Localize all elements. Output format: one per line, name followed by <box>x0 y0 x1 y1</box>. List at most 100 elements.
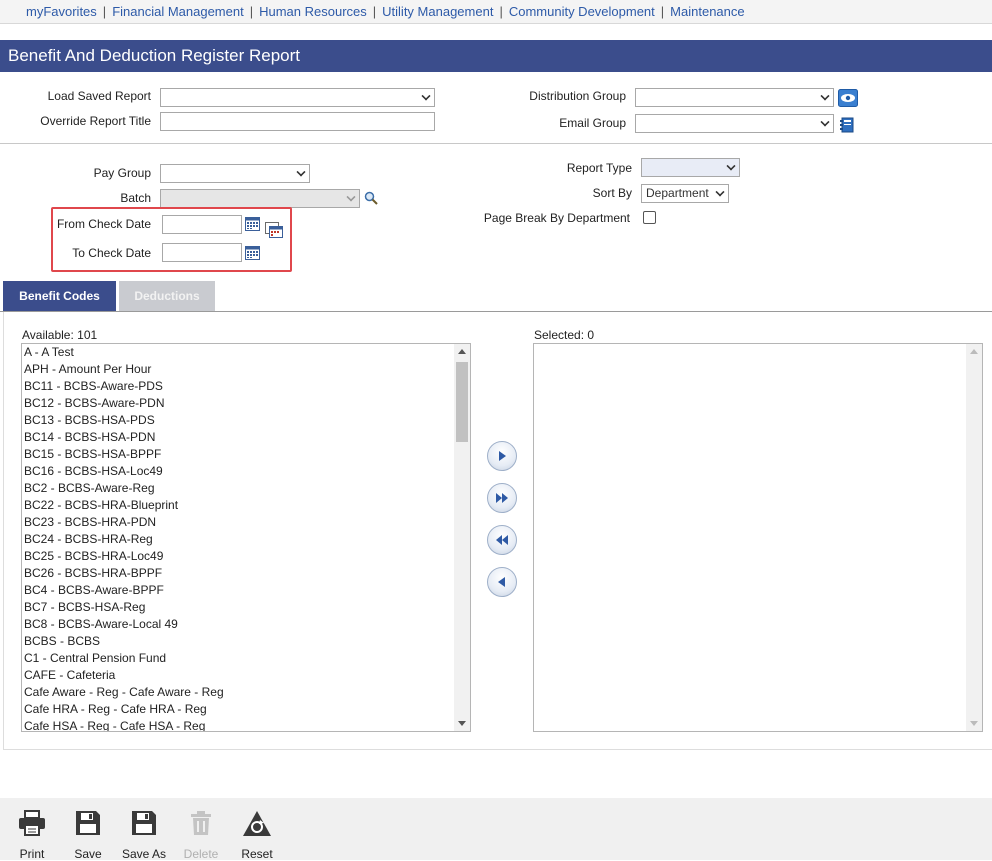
arrow-right-icon <box>499 451 506 461</box>
nav-separator: | <box>660 4 665 19</box>
scrollbar-thumb[interactable] <box>456 362 468 442</box>
nav-human-resources[interactable]: Human Resources <box>259 4 367 19</box>
scroll-up-icon[interactable] <box>970 349 978 354</box>
list-item[interactable]: BC8 - BCBS-Aware-Local 49 <box>22 616 470 633</box>
search-icon[interactable] <box>364 191 378 205</box>
section-divider <box>0 143 992 144</box>
chevron-down-icon <box>421 91 431 101</box>
reset-label: Reset <box>241 847 273 861</box>
save-as-label: Save As <box>121 847 167 861</box>
list-item[interactable]: BC15 - BCBS-HSA-BPPF <box>22 446 470 463</box>
available-list[interactable]: A - A Test APH - Amount Per Hour BC11 - BC… <box>21 343 471 732</box>
list-item[interactable]: BC23 - BCBS-HRA-PDN <box>22 514 470 531</box>
sort-by-value: Department <box>646 186 709 200</box>
available-list-scrollbar[interactable] <box>454 344 470 731</box>
override-report-title-input[interactable] <box>160 112 435 131</box>
nav-myfavorites[interactable]: myFavorites <box>26 4 97 19</box>
load-saved-report-select[interactable] <box>160 88 435 107</box>
scroll-up-icon[interactable] <box>458 349 466 354</box>
list-item[interactable]: A - A Test <box>22 344 470 361</box>
list-item[interactable]: BC22 - BCBS-HRA-Blueprint <box>22 497 470 514</box>
page-title-bar: Benefit And Deduction Register Report <box>0 40 992 72</box>
print-button[interactable]: Print <box>7 810 57 861</box>
printer-icon <box>19 810 45 836</box>
list-item[interactable]: BC11 - BCBS-Aware-PDS <box>22 378 470 395</box>
selected-list[interactable] <box>533 343 983 732</box>
email-group-select[interactable] <box>635 114 834 133</box>
move-left-button[interactable] <box>487 567 517 597</box>
save-button[interactable]: Save <box>63 810 113 861</box>
list-item[interactable]: Cafe HRA - Reg - Cafe HRA - Reg <box>22 701 470 718</box>
list-item[interactable]: BC16 - BCBS-HSA-Loc49 <box>22 463 470 480</box>
double-arrow-left-icon <box>496 535 508 545</box>
chevron-down-icon <box>820 117 830 127</box>
chevron-down-icon <box>820 91 830 101</box>
load-saved-report-label: Load Saved Report <box>47 89 151 103</box>
report-type-select[interactable] <box>641 158 740 177</box>
pay-group-select[interactable] <box>160 164 310 183</box>
calendar-icon[interactable] <box>245 246 260 260</box>
calendar-icon[interactable] <box>245 217 260 231</box>
move-all-left-button[interactable] <box>487 525 517 555</box>
scroll-down-icon[interactable] <box>970 721 978 726</box>
list-item[interactable]: Cafe Aware - Reg - Cafe Aware - Reg <box>22 684 470 701</box>
list-item[interactable]: BC13 - BCBS-HSA-PDS <box>22 412 470 429</box>
list-item[interactable]: CAFE - Cafeteria <box>22 667 470 684</box>
list-item[interactable]: BC4 - BCBS-Aware-BPPF <box>22 582 470 599</box>
scroll-down-icon[interactable] <box>458 721 466 726</box>
list-item[interactable]: BC26 - BCBS-HRA-BPPF <box>22 565 470 582</box>
nav-separator: | <box>499 4 503 19</box>
print-label: Print <box>19 847 45 861</box>
email-group-label: Email Group <box>559 116 626 130</box>
from-check-date-input[interactable] <box>162 215 242 234</box>
page-break-checkbox[interactable] <box>643 211 656 224</box>
from-check-date-label: From Check Date <box>56 217 151 231</box>
view-eye-icon[interactable] <box>838 89 858 107</box>
top-navigation: myFavorites | Financial Management | Hum… <box>0 0 992 24</box>
batch-label: Batch <box>120 191 151 205</box>
list-item[interactable]: BC25 - BCBS-HRA-Loc49 <box>22 548 470 565</box>
floppy-disk-icon <box>132 811 156 835</box>
move-right-button[interactable] <box>487 441 517 471</box>
tab-benefit-codes[interactable]: Benefit Codes <box>3 281 116 311</box>
list-item[interactable]: C1 - Central Pension Fund <box>22 650 470 667</box>
floppy-disk-icon <box>76 811 100 835</box>
selected-list-scrollbar[interactable] <box>966 344 982 731</box>
nav-community-development[interactable]: Community Development <box>509 4 655 19</box>
nav-separator: | <box>372 4 377 19</box>
distribution-group-select[interactable] <box>635 88 834 107</box>
sort-by-select[interactable]: Department <box>641 184 729 203</box>
delete-button[interactable]: Delete <box>176 810 226 861</box>
distribution-group-label: Distribution Group <box>529 89 626 103</box>
nav-maintenance[interactable]: Maintenance <box>670 4 744 19</box>
available-count-label: Available: 101 <box>22 328 98 342</box>
address-book-icon[interactable] <box>839 117 855 133</box>
footer-toolbar: Print Save Save As Delete Reset <box>0 798 992 861</box>
reset-button[interactable]: Reset <box>232 810 282 861</box>
list-item[interactable]: BC24 - BCBS-HRA-Reg <box>22 531 470 548</box>
chevron-down-icon <box>346 192 356 202</box>
nav-utility-management[interactable]: Utility Management <box>382 4 493 19</box>
available-items: A - A Test APH - Amount Per Hour BC11 - BC… <box>22 344 470 731</box>
list-item[interactable]: APH - Amount Per Hour <box>22 361 470 378</box>
move-all-right-button[interactable] <box>487 483 517 513</box>
nav-financial-management[interactable]: Financial Management <box>112 4 244 19</box>
save-as-button[interactable]: Save As <box>119 810 169 861</box>
list-item[interactable]: BC7 - BCBS-HSA-Reg <box>22 599 470 616</box>
page-break-label: Page Break By Department <box>483 211 630 225</box>
list-item[interactable]: BCBS - BCBS <box>22 633 470 650</box>
date-range-calendar-icon[interactable] <box>265 222 283 238</box>
tab-deductions[interactable]: Deductions <box>119 281 215 311</box>
chevron-down-icon <box>296 167 306 177</box>
to-check-date-label: To Check Date <box>72 246 151 260</box>
save-label: Save <box>74 847 102 861</box>
report-type-label: Report Type <box>566 161 632 175</box>
list-item[interactable]: BC12 - BCBS-Aware-PDN <box>22 395 470 412</box>
batch-select[interactable] <box>160 189 360 208</box>
list-item[interactable]: BC2 - BCBS-Aware-Reg <box>22 480 470 497</box>
list-item[interactable]: Cafe HSA - Reg - Cafe HSA - Reg <box>22 718 470 731</box>
list-item[interactable]: BC14 - BCBS-HSA-PDN <box>22 429 470 446</box>
pay-group-label: Pay Group <box>93 166 151 180</box>
to-check-date-input[interactable] <box>162 243 242 262</box>
nav-separator: | <box>249 4 254 19</box>
